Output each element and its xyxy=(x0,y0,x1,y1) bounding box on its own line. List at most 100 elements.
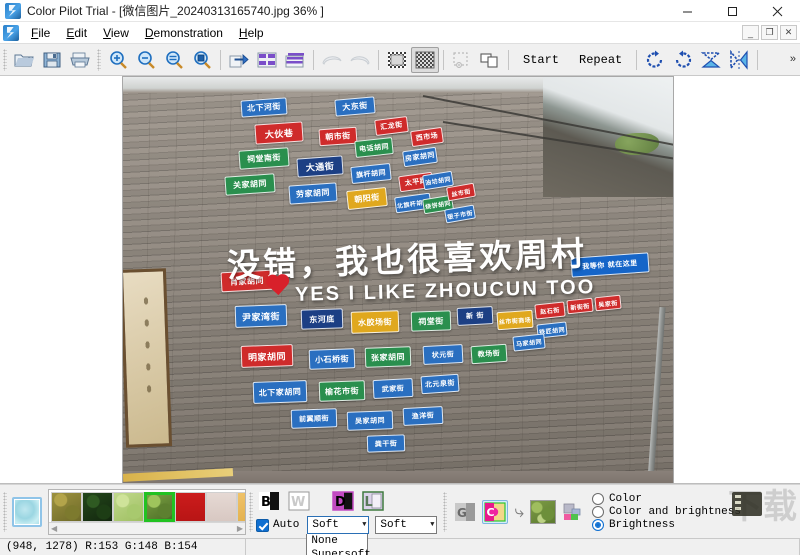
toolbar-grip-1[interactable] xyxy=(3,49,7,71)
status-coords-rgb: (948, 1278) R:153 G:148 B:154 xyxy=(0,539,246,555)
light-point-button[interactable]: L xyxy=(360,489,386,513)
start-button[interactable]: Start xyxy=(513,49,569,71)
cascade-windows-icon[interactable] xyxy=(281,47,309,73)
color-swatch[interactable] xyxy=(51,492,82,522)
radio-color[interactable]: Color xyxy=(592,493,741,505)
chevron-down-icon-2: ▼ xyxy=(430,521,434,529)
mdi-close-button[interactable]: ✕ xyxy=(780,25,797,40)
street-sign: 新 街 xyxy=(457,306,494,326)
color-swatch[interactable] xyxy=(237,492,246,522)
street-sign: 尹家湾街 xyxy=(235,304,288,328)
menu-file-rest: ile xyxy=(38,26,50,40)
menu-demonstration[interactable]: Demonstration xyxy=(137,24,231,42)
street-sign: 新街街 xyxy=(566,298,593,315)
grayscale-button[interactable]: G xyxy=(452,500,478,524)
radio-color-button[interactable] xyxy=(592,493,604,505)
bottom-grip-2[interactable] xyxy=(249,492,253,532)
window-title: Color Pilot Trial - [微信图片_20240313165740… xyxy=(27,2,324,19)
layers-icon[interactable] xyxy=(560,500,586,524)
street-sign: 榆花市街 xyxy=(319,380,366,402)
swatch-scroll-right[interactable]: ▶ xyxy=(237,524,243,533)
street-sign: 赵石街 xyxy=(534,301,565,319)
color-swatch[interactable] xyxy=(113,492,144,522)
softness-option[interactable]: Supersoft xyxy=(307,548,367,555)
redo-icon[interactable] xyxy=(346,47,374,73)
auto-checkbox[interactable] xyxy=(256,519,269,532)
black-point-button[interactable]: B xyxy=(256,489,282,513)
image-document-window[interactable]: 北下河街大东街大伙巷朝市街汇龙街西市场祠堂南街大通街电话胡同房家胡同关家胡同劳家… xyxy=(122,76,674,484)
radio-brightness-label: Brightness xyxy=(609,519,675,531)
zoom-actual-icon[interactable] xyxy=(160,47,188,73)
preview-thumbnail[interactable] xyxy=(12,497,42,527)
save-file-icon[interactable] xyxy=(38,47,66,73)
street-sign: 北元泉街 xyxy=(420,374,459,395)
tone-controls-section: B W D xyxy=(256,489,437,534)
radio-color-and-brightness[interactable]: Color and brightness xyxy=(592,506,741,518)
radio-color-label: Color xyxy=(609,493,642,505)
color-swatch[interactable] xyxy=(144,492,175,522)
restore-view-icon[interactable] xyxy=(225,47,253,73)
softness-combo-1-value: Soft xyxy=(312,519,338,531)
flip-vertical-icon[interactable] xyxy=(697,47,725,73)
color-mode-button[interactable]: C xyxy=(482,500,508,524)
swatch-scroll-left[interactable]: ◀ xyxy=(51,524,57,533)
main-toolbar: Start Repeat xyxy=(0,44,800,76)
mask-icon[interactable] xyxy=(383,47,411,73)
bottom-grip-1[interactable] xyxy=(3,492,7,532)
radio-brightness-button[interactable] xyxy=(592,519,604,531)
toolbar-grip-2[interactable] xyxy=(97,49,101,71)
zoom-region-icon[interactable] xyxy=(188,47,216,73)
softness-combo-1-dropdown[interactable]: NoneSupersoft xyxy=(306,534,368,555)
svg-text:G: G xyxy=(457,506,467,520)
toolbar-overflow-chevron[interactable]: » xyxy=(790,53,796,65)
menu-view-rest: iew xyxy=(111,26,129,40)
white-point-button[interactable]: W xyxy=(286,489,312,513)
open-file-icon[interactable] xyxy=(10,47,38,73)
bottom-grip-3[interactable] xyxy=(443,492,447,532)
toolbar-separator-1 xyxy=(220,50,221,70)
softness-option[interactable]: None xyxy=(307,534,367,548)
street-sign: 吴家街 xyxy=(594,295,621,312)
color-swatch[interactable] xyxy=(206,492,237,522)
mdi-restore-button[interactable]: ❐ xyxy=(761,25,778,40)
menu-view[interactable]: View xyxy=(95,24,137,42)
radio-color-and-brightness-button[interactable] xyxy=(592,506,604,518)
color-swatch[interactable] xyxy=(82,492,113,522)
rotate-counterclockwise-icon[interactable] xyxy=(669,47,697,73)
close-button[interactable] xyxy=(755,0,800,22)
tile-windows-icon[interactable] xyxy=(253,47,281,73)
radio-brightness[interactable]: Brightness xyxy=(592,519,741,531)
mask-checker-icon[interactable] xyxy=(411,47,439,73)
print-icon[interactable] xyxy=(66,47,94,73)
menu-file[interactable]: File xyxy=(23,24,58,42)
duplicate-shape-icon[interactable] xyxy=(476,47,504,73)
swatch-scrollbar[interactable]: ◀ ▶ xyxy=(49,522,245,535)
application-window: Color Pilot Trial - [微信图片_20240313165740… xyxy=(0,0,800,555)
lasso-select-icon[interactable] xyxy=(448,47,476,73)
rotate-clockwise-icon[interactable] xyxy=(641,47,669,73)
softness-combo-2[interactable]: Soft ▼ xyxy=(375,516,437,534)
menu-edit[interactable]: Edit xyxy=(58,24,95,42)
color-swatch[interactable] xyxy=(175,492,206,522)
dark-point-button[interactable]: D xyxy=(330,489,356,513)
undo-icon[interactable] xyxy=(318,47,346,73)
menu-edit-rest: dit xyxy=(74,26,87,40)
mdi-minimize-button[interactable]: _ xyxy=(742,25,759,40)
repeat-button[interactable]: Repeat xyxy=(569,49,632,71)
zoom-in-icon[interactable] xyxy=(104,47,132,73)
window-controls xyxy=(665,0,800,22)
street-sign: 武家街 xyxy=(373,378,414,399)
apply-arrow-icon: ⤷ xyxy=(514,502,524,522)
chevron-down-icon: ▼ xyxy=(362,521,366,529)
texture-thumbnail[interactable] xyxy=(530,500,556,524)
wall-plaque xyxy=(123,268,172,447)
softness-combo-1[interactable]: Soft ▼ xyxy=(307,516,369,534)
menu-help[interactable]: Help xyxy=(231,24,272,42)
minimize-button[interactable] xyxy=(665,0,710,22)
flip-horizontal-icon[interactable] xyxy=(725,47,753,73)
zoom-out-icon[interactable] xyxy=(132,47,160,73)
street-sign: 劳家胡同 xyxy=(288,182,337,204)
app-logo-icon xyxy=(5,3,21,19)
photo-canvas[interactable]: 北下河街大东街大伙巷朝市街汇龙街西市场祠堂南街大通街电话胡同房家胡同关家胡同劳家… xyxy=(123,77,673,484)
maximize-button[interactable] xyxy=(710,0,755,22)
